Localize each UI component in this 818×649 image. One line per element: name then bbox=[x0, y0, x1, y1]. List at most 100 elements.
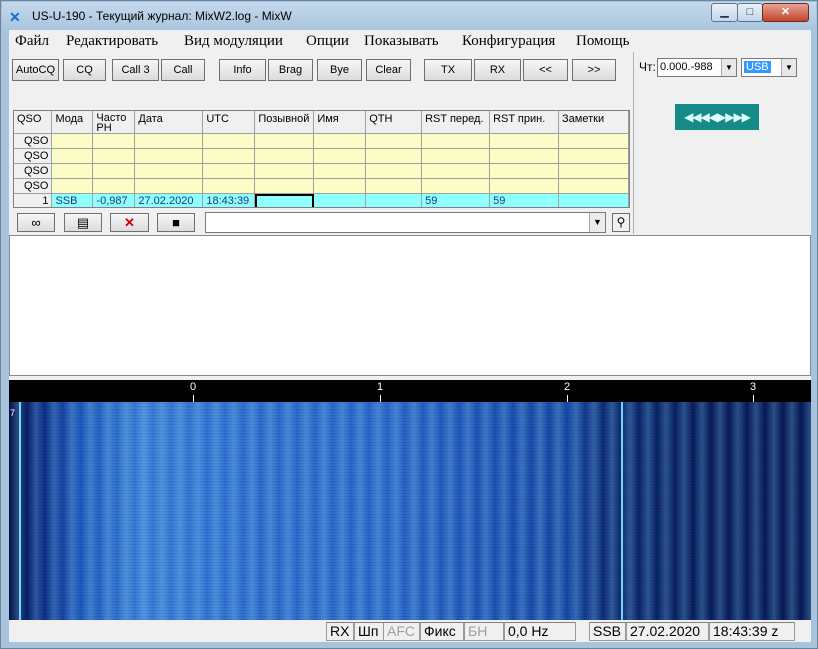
menu-edit[interactable]: Редактировать bbox=[66, 33, 158, 50]
status-mode[interactable]: SSB bbox=[589, 622, 626, 641]
receive-text-area[interactable] bbox=[9, 235, 811, 376]
minimize-icon: ▁ bbox=[720, 6, 729, 18]
scale-mark bbox=[193, 395, 194, 402]
menu-help[interactable]: Помощь bbox=[576, 33, 629, 50]
table-header: QSO Мода Часто РН Дата UTC Позывной Имя … bbox=[14, 111, 629, 134]
waterfall-display[interactable]: 0 1 2 3 7 bbox=[9, 380, 811, 620]
cell-qth[interactable] bbox=[365, 193, 423, 207]
notepad-icon: ▤ bbox=[76, 215, 90, 230]
cell-notes[interactable] bbox=[558, 193, 629, 207]
chevron-down-icon[interactable]: ▼ bbox=[721, 59, 736, 76]
frequency-combo[interactable]: 0.000.-988 ▼ bbox=[657, 58, 737, 77]
row-number: 1 bbox=[14, 193, 53, 207]
qso-log-table: QSO Мода Часто РН Дата UTC Позывной Имя … bbox=[13, 110, 630, 208]
mixw-logo-icon: ✕ bbox=[9, 9, 21, 25]
passband-left-marker[interactable] bbox=[19, 402, 21, 620]
delete-button[interactable]: ✕ bbox=[110, 213, 149, 232]
tuning-arrows-button[interactable]: ◀◀◀◀▶▶▶▶ bbox=[675, 104, 759, 130]
menu-modulation[interactable]: Вид модуляции bbox=[184, 33, 283, 50]
table-row[interactable]: QSO bbox=[14, 148, 629, 164]
brag-button[interactable]: Brag bbox=[268, 59, 313, 81]
tx-button[interactable]: TX bbox=[424, 59, 472, 81]
col-name[interactable]: Имя bbox=[313, 111, 367, 134]
cell-rst-rcvd[interactable]: 59 bbox=[489, 193, 560, 207]
main-window: ✕ US-U-190 - Текущий журнал: MixW2.log -… bbox=[0, 0, 818, 649]
status-bn[interactable]: БН bbox=[464, 622, 504, 641]
col-freq[interactable]: Часто РН bbox=[92, 111, 136, 134]
menu-options[interactable]: Опции bbox=[306, 33, 349, 50]
next-button[interactable]: >> bbox=[572, 59, 616, 81]
col-utc[interactable]: UTC bbox=[202, 111, 256, 134]
status-bar: RX Шп AFC Фикс БН 0,0 Hz SSB 27.02.2020 … bbox=[9, 620, 811, 642]
menu-show[interactable]: Показывать bbox=[364, 33, 439, 50]
cell-mode[interactable]: SSB bbox=[51, 193, 94, 207]
frequency-label: Чт: bbox=[639, 60, 656, 74]
save-disk-icon: ■ bbox=[172, 215, 180, 230]
table-row[interactable]: QSO bbox=[14, 163, 629, 179]
title-bar[interactable]: ✕ US-U-190 - Текущий журнал: MixW2.log -… bbox=[2, 2, 816, 30]
scale-label: 3 bbox=[750, 381, 757, 393]
scale-label: 0 bbox=[190, 381, 197, 393]
chevron-down-icon[interactable]: ▼ bbox=[589, 213, 605, 232]
row-header: QSO bbox=[14, 178, 53, 194]
mode-combo[interactable]: USB ▼ bbox=[741, 58, 797, 77]
cq-button[interactable]: CQ bbox=[63, 59, 106, 81]
menu-bar: Файл Редактировать Вид модуляции Опции П… bbox=[9, 30, 811, 52]
scale-mark bbox=[753, 395, 754, 402]
status-rx[interactable]: RX bbox=[326, 622, 354, 641]
minimize-button[interactable]: ▁ bbox=[711, 3, 738, 22]
table-row-current[interactable]: 1 SSB -0,987 27.02.2020 18:43:39 59 59 bbox=[14, 193, 629, 207]
spectrum-waterfall[interactable] bbox=[9, 402, 811, 620]
call3-button[interactable]: Call 3 bbox=[112, 59, 159, 81]
status-fix[interactable]: Фикс bbox=[420, 622, 464, 641]
row-header: QSO bbox=[14, 163, 53, 179]
status-shp[interactable]: Шп bbox=[354, 622, 384, 641]
save-button[interactable]: ■ bbox=[157, 213, 195, 232]
window-title: US-U-190 - Текущий журнал: MixW2.log - M… bbox=[32, 9, 292, 23]
autocq-button[interactable]: AutoCQ bbox=[12, 59, 59, 81]
scale-label: 2 bbox=[564, 381, 571, 393]
callsign-search-input[interactable]: ▼ bbox=[205, 212, 606, 233]
cell-rst-sent[interactable]: 59 bbox=[421, 193, 491, 207]
cell-utc[interactable]: 18:43:39 bbox=[202, 193, 256, 207]
clear-button[interactable]: Clear bbox=[366, 59, 411, 81]
close-button[interactable]: ✕ bbox=[762, 3, 809, 22]
prev-button[interactable]: << bbox=[523, 59, 568, 81]
col-rst-rcvd[interactable]: RST прин. bbox=[489, 111, 560, 134]
scale-mark bbox=[380, 395, 381, 402]
col-rst-sent[interactable]: RST перед. bbox=[421, 111, 491, 134]
cell-name[interactable] bbox=[313, 193, 367, 207]
status-offset: 0,0 Hz bbox=[504, 622, 576, 641]
col-notes[interactable]: Заметки bbox=[558, 111, 629, 134]
col-qso[interactable]: QSO bbox=[14, 111, 53, 134]
bye-button[interactable]: Bye bbox=[317, 59, 362, 81]
frequency-scale[interactable]: 0 1 2 3 bbox=[9, 380, 811, 402]
cell-callsign[interactable] bbox=[254, 193, 315, 207]
status-afc[interactable]: AFC bbox=[383, 622, 420, 641]
search-icon: ⚲ bbox=[616, 215, 626, 229]
maximize-button[interactable]: □ bbox=[737, 3, 763, 22]
cell-freq[interactable]: -0,987 bbox=[92, 193, 136, 207]
row-header: QSO bbox=[14, 148, 53, 164]
menu-file[interactable]: Файл bbox=[15, 33, 49, 50]
call-button[interactable]: Call bbox=[161, 59, 205, 81]
client-area: Файл Редактировать Вид модуляции Опции П… bbox=[9, 30, 811, 642]
info-button[interactable]: Info bbox=[219, 59, 266, 81]
scale-mark bbox=[567, 395, 568, 402]
tuning-cursor-marker[interactable] bbox=[621, 402, 623, 620]
menu-configuration[interactable]: Конфигурация bbox=[462, 33, 555, 50]
col-date[interactable]: Дата bbox=[134, 111, 204, 134]
table-row[interactable]: QSO bbox=[14, 178, 629, 194]
status-time: 18:43:39 z bbox=[709, 622, 795, 641]
rx-button[interactable]: RX bbox=[474, 59, 521, 81]
col-mode[interactable]: Мода bbox=[51, 111, 94, 134]
col-qth[interactable]: QTH bbox=[365, 111, 423, 134]
table-row[interactable]: QSO bbox=[14, 133, 629, 149]
lookup-button[interactable]: ∞ bbox=[17, 213, 55, 232]
cell-date[interactable]: 27.02.2020 bbox=[134, 193, 204, 207]
col-callsign[interactable]: Позывной bbox=[254, 111, 315, 134]
search-button[interactable]: ⚲ bbox=[612, 213, 630, 232]
chevron-down-icon[interactable]: ▼ bbox=[781, 59, 796, 76]
notes-button[interactable]: ▤ bbox=[64, 213, 102, 232]
delete-x-icon: ✕ bbox=[124, 215, 135, 230]
